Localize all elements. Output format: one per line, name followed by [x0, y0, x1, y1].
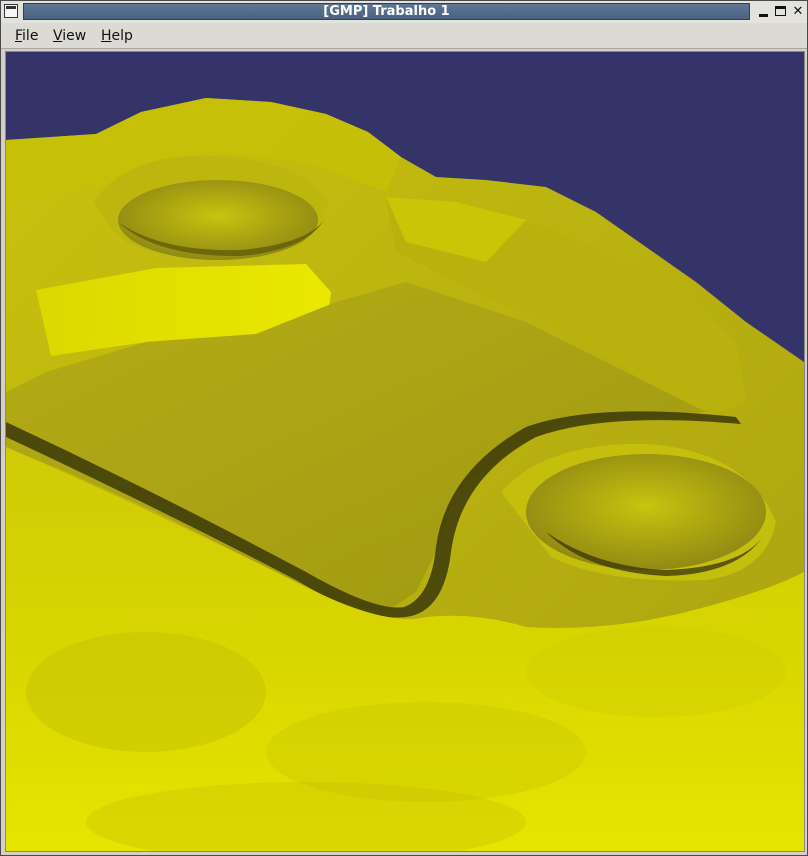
- rendered-3d-surface: [6, 52, 804, 851]
- menu-view[interactable]: View: [53, 27, 86, 45]
- maximize-icon: [775, 6, 786, 16]
- shade-blob: [26, 632, 266, 752]
- menu-file-mnemonic: F: [15, 28, 23, 44]
- menu-file[interactable]: File: [15, 27, 38, 45]
- maximize-button[interactable]: [773, 4, 789, 19]
- menu-help[interactable]: Help: [101, 27, 133, 45]
- menu-help-mnemonic: H: [101, 28, 112, 44]
- shade-blob: [526, 627, 786, 717]
- app-window: [GMP] Trabalho 1 ✕ File View Help: [0, 0, 808, 856]
- menu-bar: File View Help: [1, 23, 807, 49]
- menu-view-label: iew: [62, 28, 87, 44]
- window-title: [GMP] Trabalho 1: [323, 4, 450, 19]
- lower-hole: [526, 454, 766, 570]
- close-button[interactable]: ✕: [790, 4, 806, 19]
- menu-help-label: elp: [111, 28, 133, 44]
- menu-file-label: ile: [22, 28, 39, 44]
- gl-viewport[interactable]: [5, 51, 805, 852]
- upper-hole: [118, 180, 318, 260]
- close-icon: ✕: [792, 4, 804, 19]
- title-bar[interactable]: [GMP] Trabalho 1 ✕: [1, 1, 807, 24]
- menu-view-mnemonic: V: [53, 28, 63, 44]
- minimize-button[interactable]: [756, 4, 772, 19]
- window-menu-icon[interactable]: [4, 4, 18, 18]
- minimize-icon: [759, 14, 768, 17]
